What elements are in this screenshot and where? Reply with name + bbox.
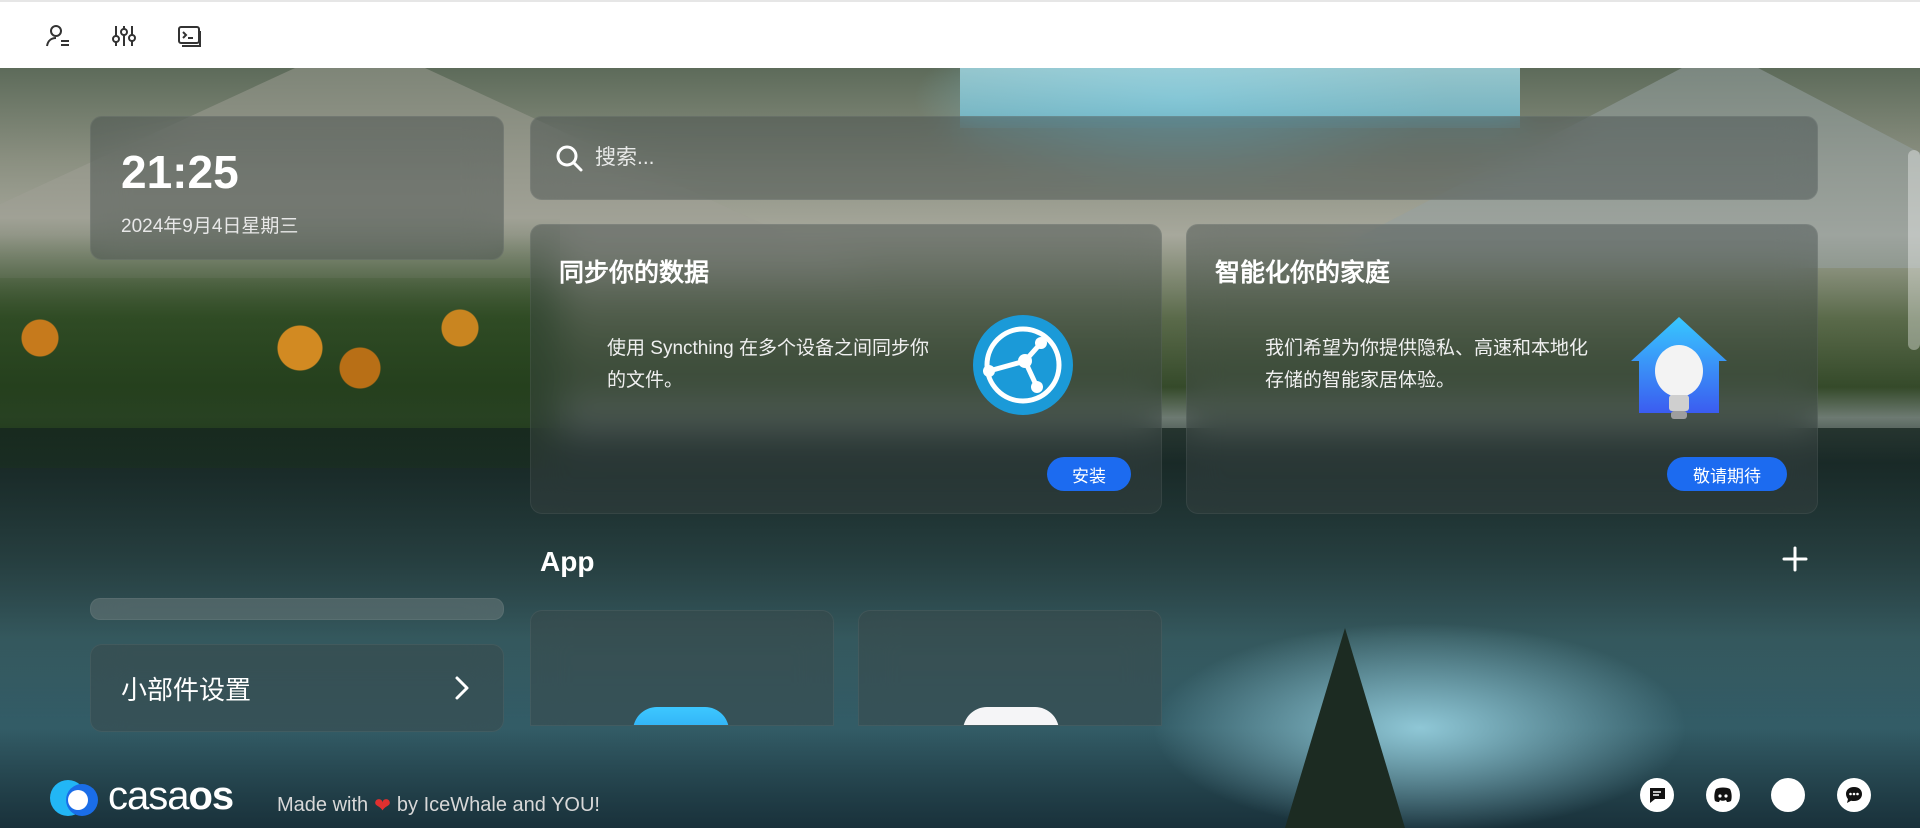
discord-icon[interactable] <box>1706 778 1740 812</box>
app-section-title: App <box>540 546 595 577</box>
sliders-icon[interactable] <box>108 20 140 52</box>
chevron-right-icon <box>455 676 469 700</box>
clock-time: 21:25 <box>121 146 239 198</box>
home-card-title: 智能化你的家庭 <box>1215 259 1391 287</box>
app-icon <box>963 707 1059 725</box>
app-tile[interactable] <box>530 610 834 726</box>
install-button[interactable]: 安装 <box>1047 457 1131 491</box>
heart-icon: ❤ <box>374 795 391 817</box>
casaos-logo[interactable]: casaos <box>48 773 234 818</box>
sync-card: 同步你的数据 使用 Syncthing 在多个设备之间同步你的文件。 安装 <box>530 224 1162 514</box>
coming-soon-button[interactable]: 敬请期待 <box>1667 457 1787 491</box>
user-settings-icon[interactable] <box>42 20 74 52</box>
search-icon <box>556 145 583 172</box>
home-assistant-logo-icon <box>1631 317 1727 419</box>
made-with-text: Made with ❤ by IceWhale and YOU! <box>277 794 600 817</box>
syncthing-logo-icon <box>973 315 1073 415</box>
footer: casaos Made with ❤ by IceWhale and YOU! <box>0 766 1920 828</box>
top-toolbar <box>0 0 1920 68</box>
clock-widget: 21:25 2024年9月4日星期三 <box>90 116 504 260</box>
scrollbar[interactable] <box>1908 150 1920 350</box>
widget-placeholder <box>90 598 504 620</box>
chat-icon[interactable] <box>1837 778 1871 812</box>
brand-name: casaos <box>108 773 234 818</box>
casaos-logo-icon <box>50 780 98 816</box>
widget-settings-button[interactable]: 小部件设置 <box>90 644 504 732</box>
sync-card-title: 同步你的数据 <box>559 259 710 287</box>
app-icon <box>633 707 729 725</box>
feedback-icon[interactable] <box>1640 778 1674 812</box>
widget-settings-label: 小部件设置 <box>121 674 252 705</box>
smart-home-card: 智能化你的家庭 我们希望为你提供隐私、高速和本地化存储的智能家居体验。 敬请期待 <box>1186 224 1818 514</box>
sync-card-text: 使用 Syncthing 在多个设备之间同步你的文件。 <box>607 338 929 391</box>
app-tile[interactable] <box>858 610 1162 726</box>
github-icon[interactable] <box>1771 778 1805 812</box>
home-card-text: 我们希望为你提供隐私、高速和本地化存储的智能家居体验。 <box>1265 338 1589 391</box>
clock-date: 2024年9月4日星期三 <box>121 216 299 237</box>
terminal-window-icon[interactable] <box>174 20 206 52</box>
search-input[interactable] <box>595 138 1817 178</box>
search-bar[interactable] <box>530 116 1818 200</box>
plus-icon[interactable] <box>1778 542 1812 576</box>
